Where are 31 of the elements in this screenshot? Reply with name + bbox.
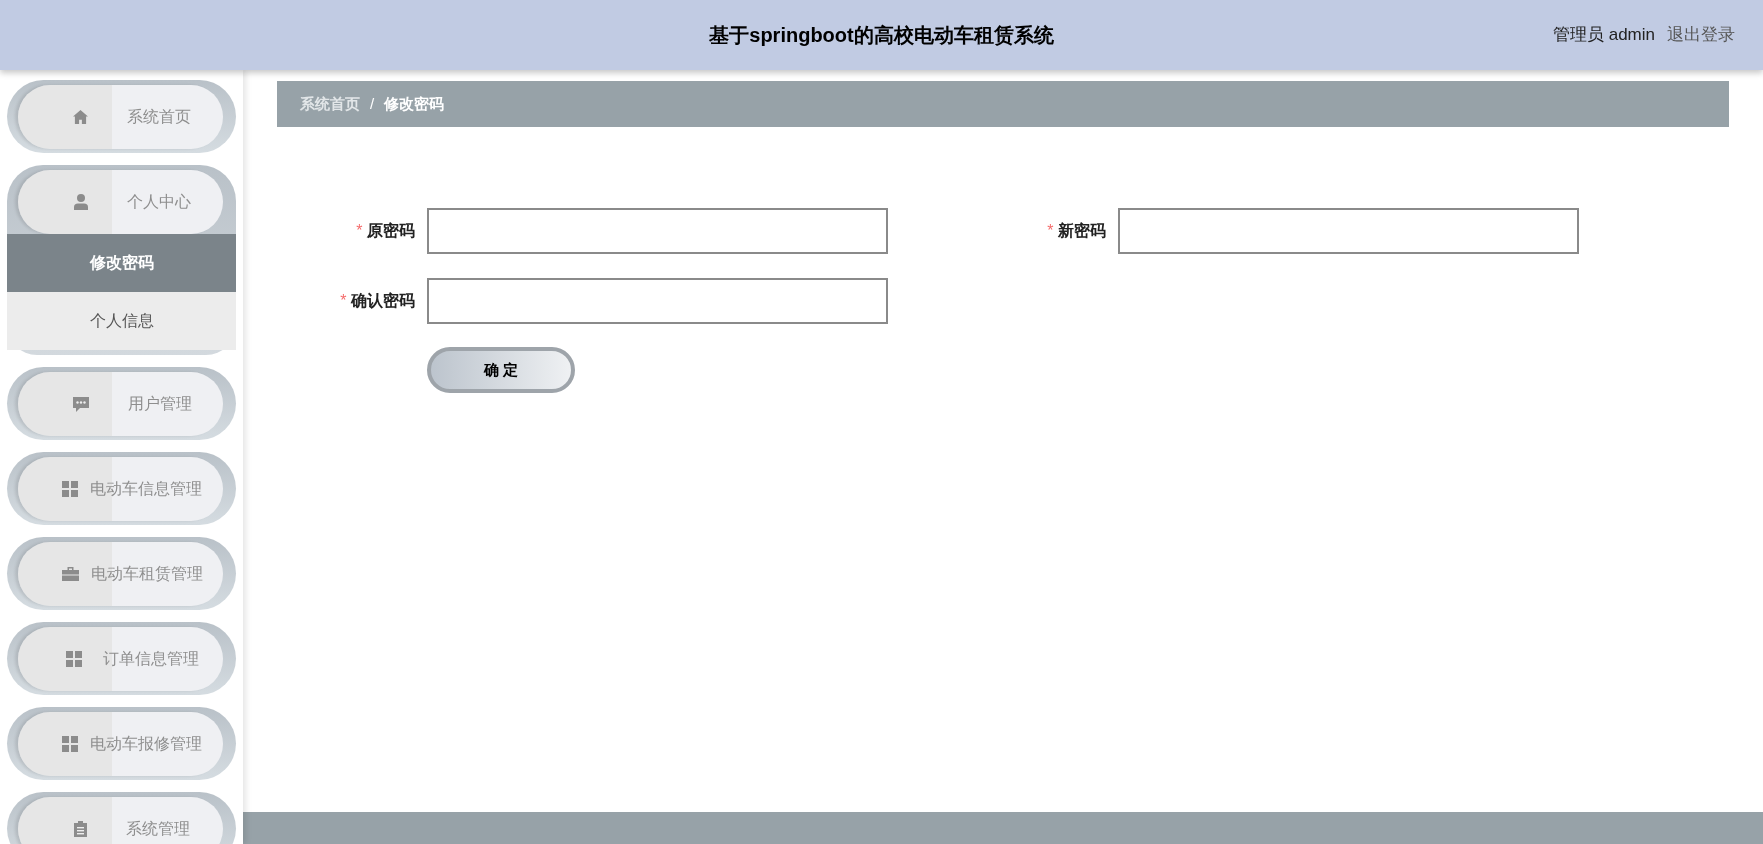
chat-icon [72, 396, 89, 412]
confirm-button[interactable]: 确 定 [427, 347, 575, 393]
admin-user-label: 管理员 admin [1552, 24, 1655, 47]
briefcase-icon [61, 567, 79, 581]
clipboard-icon [74, 821, 87, 837]
submenu-item[interactable]: 修改密码 [7, 234, 236, 292]
field-label: * 新密码 [1046, 221, 1106, 241]
breadcrumb-separator: / [370, 93, 375, 114]
sidebar-menu-item[interactable]: 系统管理 [7, 792, 236, 844]
grid-icon [62, 736, 78, 752]
sidebar-menu-item[interactable]: 电动车租赁管理 [7, 537, 236, 610]
sidebar-menu-item[interactable]: 电动车报修管理 [7, 707, 236, 780]
sidebar-menu-item[interactable]: 个人中心 [18, 170, 223, 234]
field-label: * 确认密码 [339, 291, 415, 311]
password-field[interactable] [1118, 208, 1579, 254]
breadcrumb-current: 修改密码 [384, 93, 445, 114]
password-field[interactable] [427, 208, 888, 254]
breadcrumb-link[interactable]: 系统首页 [300, 92, 360, 116]
password-field[interactable] [427, 278, 888, 324]
sidebar-menu-item[interactable]: 订单信息管理 [7, 622, 236, 695]
sidebar-menu-item[interactable]: 系统首页 [7, 80, 236, 153]
submenu-item[interactable]: 个人信息 [7, 292, 236, 350]
app-title: 基于springboot的高校电动车租赁系统 [709, 23, 1054, 48]
sidebar-menu-item[interactable]: 电动车信息管理 [7, 452, 236, 525]
user-icon [73, 194, 88, 210]
home-icon [73, 110, 88, 124]
logout-link[interactable]: 退出登录 [1667, 22, 1735, 48]
grid-icon [65, 651, 82, 667]
grid-icon [62, 481, 78, 497]
sidebar-menu-item[interactable]: 用户管理 [7, 367, 236, 440]
field-label: * 原密码 [355, 221, 415, 241]
